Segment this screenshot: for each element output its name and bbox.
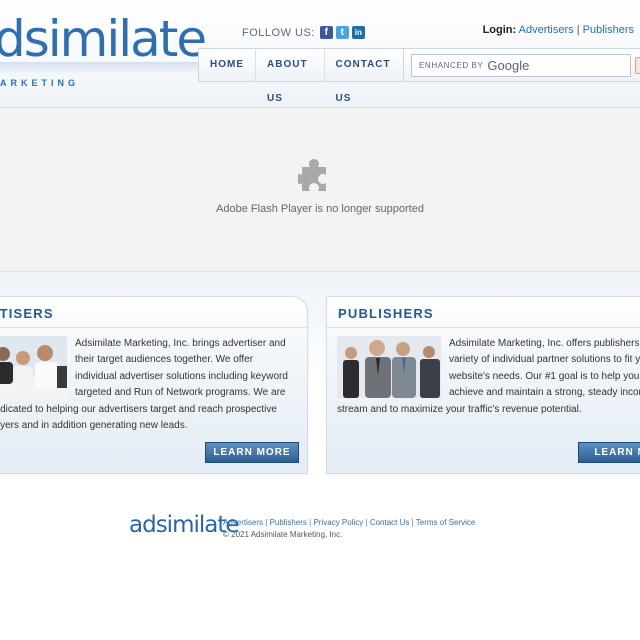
- google-brand: Google: [487, 58, 530, 73]
- nav-contact-us[interactable]: CONTACT US: [325, 48, 404, 104]
- footer-link-publishers[interactable]: Publishers: [270, 518, 307, 527]
- login-publishers-link[interactable]: Publishers: [583, 24, 634, 36]
- publishers-panel: PUBLISHERS Adsimilate Marketing, Inc. of…: [326, 296, 640, 474]
- footer-links: Advertisers | Publishers | Privacy Polic…: [223, 518, 475, 527]
- advertisers-title: RTISERS: [0, 306, 54, 321]
- footer-link-privacy-policy[interactable]: Privacy Policy: [313, 518, 363, 527]
- search-bar: ENHANCED BY Google: [404, 48, 640, 82]
- login-links: Login: Advertisers | Publishers: [483, 24, 634, 36]
- advertisers-photo: [0, 336, 67, 398]
- login-label: Login:: [482, 24, 517, 36]
- nav-about-us[interactable]: ABOUT US: [256, 48, 325, 104]
- footer-link-terms-of-service[interactable]: Terms of Service: [416, 518, 476, 527]
- advertisers-panel: RTISERS Adsimilate Marketing, Inc. bring…: [0, 296, 308, 474]
- advertisers-learn-more-button[interactable]: LEARN MORE: [205, 442, 299, 463]
- puzzle-plugin-icon: [298, 159, 326, 191]
- login-advertisers-link[interactable]: Advertisers: [519, 24, 574, 36]
- footer-separator: |: [309, 518, 312, 527]
- footer-separator: |: [365, 518, 368, 527]
- flash-unsupported-message: Adobe Flash Player is no longer supporte…: [216, 203, 424, 215]
- main-nav: HOME ABOUT US CONTACT US: [198, 48, 404, 104]
- footer-separator: |: [411, 518, 414, 527]
- panel-divider: [0, 327, 307, 328]
- search-input[interactable]: ENHANCED BY Google: [411, 54, 631, 77]
- publishers-title: PUBLISHERS: [338, 306, 434, 321]
- publishers-photo: [337, 336, 441, 398]
- linkedin-icon[interactable]: in: [351, 26, 365, 39]
- twitter-icon[interactable]: t: [335, 26, 349, 39]
- site-logo[interactable]: dsimilate: [0, 14, 207, 74]
- site-logo-subtitle: ARKETING: [0, 78, 79, 88]
- footer-link-advertisers[interactable]: Advertisers: [223, 518, 263, 527]
- footer-copyright: © 2021 Adsimilate Marketing, Inc.: [223, 530, 343, 539]
- publishers-description: Adsimilate Marketing, Inc. offers publis…: [337, 336, 640, 418]
- site-header: dsimilate ARKETING FOLLOW US: f t in Log…: [0, 0, 640, 108]
- publishers-learn-more-button[interactable]: LEARN MO: [578, 442, 640, 463]
- search-enhanced-label: ENHANCED BY: [419, 61, 484, 70]
- footer-link-contact-us[interactable]: Contact Us: [370, 518, 410, 527]
- panel-divider: [327, 327, 640, 328]
- follow-us: FOLLOW US: f t in: [242, 26, 365, 39]
- login-separator: |: [576, 24, 580, 36]
- search-button[interactable]: [635, 57, 640, 74]
- footer-separator: |: [265, 518, 268, 527]
- nav-home[interactable]: HOME: [199, 48, 256, 82]
- facebook-icon[interactable]: f: [319, 26, 333, 39]
- follow-us-label: FOLLOW US:: [242, 26, 315, 39]
- advertisers-description: Adsimilate Marketing, Inc. brings advert…: [0, 336, 297, 434]
